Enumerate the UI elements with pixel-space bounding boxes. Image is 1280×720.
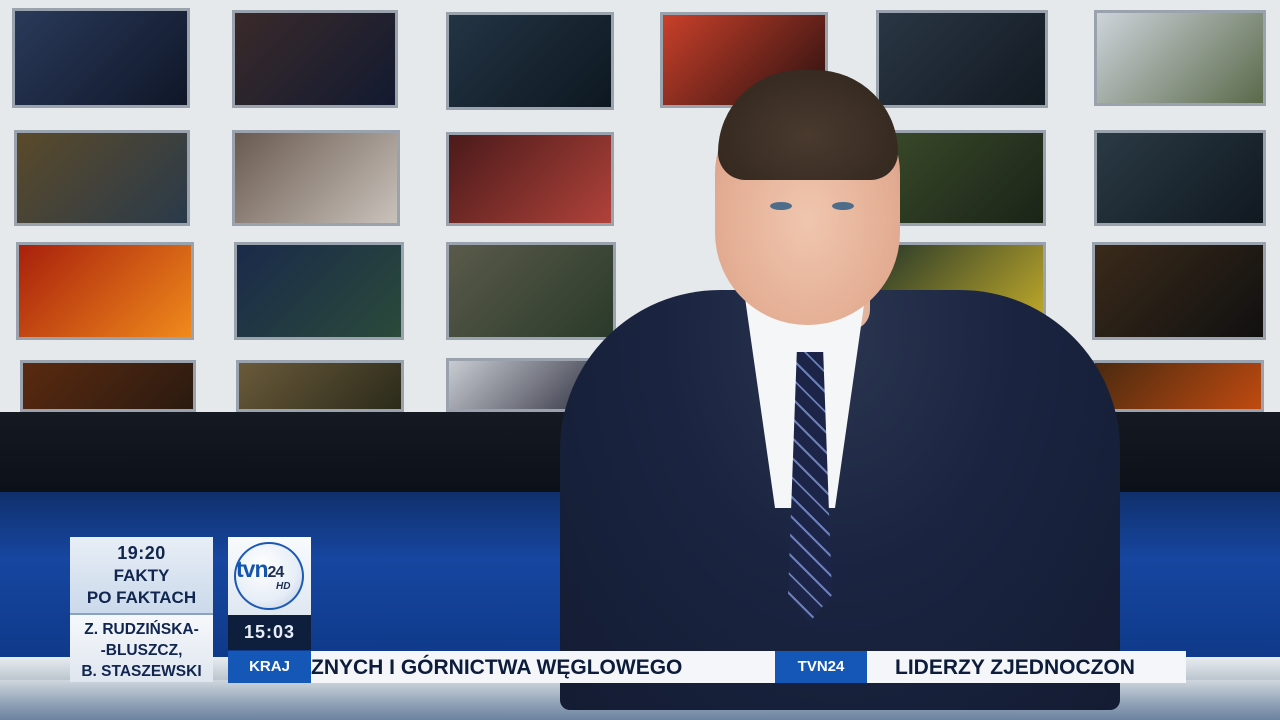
ticker-category: KRAJ bbox=[228, 651, 311, 683]
ticker-headline: ZNYCH I GÓRNICTWA WĘGLOWEGO bbox=[311, 656, 683, 679]
host-line: -BLUSZCZ, bbox=[100, 642, 183, 659]
monitor-screen bbox=[236, 360, 404, 412]
next-program-time: 19:20 bbox=[117, 543, 166, 563]
channel-logo-text: tvn24 bbox=[236, 556, 285, 583]
next-program-box: 19:20 FAKTY PO FAKTACH Z. RUDZIŃSKA- -BL… bbox=[70, 537, 213, 682]
channel-logo: tvn24 HD bbox=[228, 537, 311, 615]
logo-brand: tvn bbox=[236, 556, 268, 582]
monitor-screen bbox=[234, 242, 404, 340]
monitor-screen bbox=[232, 130, 400, 226]
anchor-hair bbox=[718, 70, 898, 180]
monitor-screen bbox=[16, 242, 194, 340]
ticker-channel-tag: TVN24 bbox=[775, 651, 867, 683]
host-line: B. STASZEWSKI bbox=[81, 663, 202, 680]
monitor-screen bbox=[14, 130, 190, 226]
host-line: Z. RUDZIŃSKA- bbox=[84, 621, 199, 638]
anchor-eye bbox=[770, 202, 792, 210]
ticker-headline: LIDERZY ZJEDNOCZON bbox=[895, 656, 1135, 679]
logo-hd-mark: HD bbox=[276, 581, 291, 592]
monitor-screen bbox=[232, 10, 398, 108]
news-ticker: KRAJ ZNYCH I GÓRNICTWA WĘGLOWEGO TVN24 L… bbox=[228, 651, 1186, 683]
on-air-clock: 15:03 bbox=[228, 615, 311, 650]
next-program-hosts: Z. RUDZIŃSKA- -BLUSZCZ, B. STASZEWSKI bbox=[70, 613, 213, 682]
anchor-eye bbox=[832, 202, 854, 210]
next-program-title-line2: PO FAKTACH bbox=[86, 588, 197, 607]
monitor-screen bbox=[12, 8, 190, 108]
next-program-title-line1: FAKTY bbox=[113, 566, 170, 585]
monitor-screen bbox=[20, 360, 196, 412]
news-anchor bbox=[560, 70, 1120, 710]
logo-number: 24 bbox=[267, 564, 285, 581]
